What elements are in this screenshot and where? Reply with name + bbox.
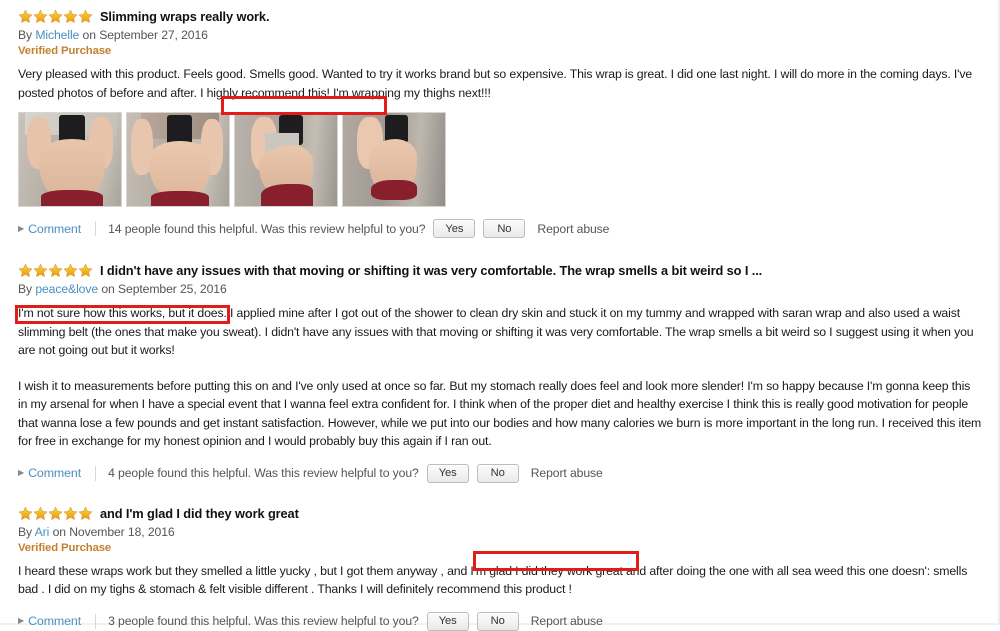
helpful-no-button[interactable]: No <box>476 611 519 631</box>
review-item: I didn't have any issues with that movin… <box>15 262 982 483</box>
star-icon <box>63 505 78 521</box>
helpful-count-text: 4 people found this helpful. Was this re… <box>108 466 419 480</box>
review-header: Slimming wraps really work. <box>18 8 982 25</box>
review-photo[interactable] <box>342 112 446 207</box>
by-prefix: By <box>18 28 33 42</box>
review-photo[interactable] <box>126 112 230 207</box>
review-title[interactable]: Slimming wraps really work. <box>100 9 270 24</box>
star-icon <box>33 9 48 24</box>
star-icon <box>48 263 63 278</box>
report-abuse-link[interactable]: Report abuse <box>531 466 603 480</box>
helpful-no-button[interactable]: No <box>483 219 526 238</box>
review-author-link[interactable]: Michelle <box>35 28 79 42</box>
review-title[interactable]: I didn't have any issues with that movin… <box>100 263 762 278</box>
star-icon <box>78 263 93 278</box>
review-item: and I'm glad I did they work great By Ar… <box>18 505 982 631</box>
review-date: September 25, 2016 <box>117 282 227 296</box>
by-prefix: By <box>18 524 33 539</box>
divider <box>95 221 97 236</box>
review-photo[interactable] <box>234 112 338 207</box>
comment-link[interactable]: Comment <box>28 614 81 628</box>
review-date: November 18, 2016 <box>69 524 175 539</box>
chevron-right-icon: ▶ <box>18 616 25 625</box>
chevron-right-icon: ▶ <box>18 468 25 477</box>
star-icon <box>63 9 78 24</box>
star-icon <box>33 263 48 278</box>
review-title[interactable]: and I'm glad I did they work great <box>100 506 299 521</box>
review-byline: By Ari on November 18, 2016 <box>18 525 982 539</box>
by-prefix: By <box>18 282 33 296</box>
comment-link[interactable]: Comment <box>28 466 81 480</box>
star-icon <box>48 505 63 521</box>
review-byline: By Michelle on September 27, 2016 <box>18 28 982 42</box>
star-icon <box>18 505 33 521</box>
verified-purchase-badge: Verified Purchase <box>18 45 112 57</box>
review-photo[interactable] <box>18 112 122 207</box>
comment-link[interactable]: Comment <box>28 222 81 236</box>
on-prefix: on <box>101 282 115 296</box>
on-prefix: on <box>52 524 66 539</box>
review-helpful-bar: ▶ Comment 3 people found this helpful. W… <box>18 611 982 631</box>
star-rating <box>18 505 93 521</box>
review-body: Very pleased with this product. Feels go… <box>18 67 973 100</box>
star-icon <box>18 263 33 278</box>
verified-purchase-badge: Verified Purchase <box>18 541 112 554</box>
helpful-no-button[interactable]: No <box>476 463 519 483</box>
review-body: I heard these wraps work but they smelle… <box>18 563 968 597</box>
review-author-link[interactable]: peace&love <box>35 282 98 296</box>
review-helpful-bar: ▶ Comment 14 people found this helpful. … <box>18 219 982 238</box>
helpful-yes-button[interactable]: Yes <box>426 611 469 631</box>
on-prefix: on <box>82 28 96 42</box>
divider <box>95 613 97 629</box>
helpful-count-text: 3 people found this helpful. Was this re… <box>108 614 419 628</box>
review-header: I didn't have any issues with that movin… <box>18 262 982 279</box>
review-item: Slimming wraps really work. By Michelle … <box>18 8 982 238</box>
helpful-yes-button[interactable]: Yes <box>426 463 469 483</box>
review-date: September 27, 2016 <box>99 28 208 42</box>
reviews-page: Slimming wraps really work. By Michelle … <box>0 0 1000 631</box>
star-icon <box>33 505 48 521</box>
review-byline: By peace&love on September 25, 2016 <box>18 282 982 296</box>
star-icon <box>18 9 33 24</box>
review-author-link[interactable]: Ari <box>35 525 50 539</box>
divider <box>95 465 97 481</box>
review-body: I wish it to measurements before putting… <box>18 378 982 449</box>
review-header: and I'm glad I did they work great <box>18 505 982 522</box>
chevron-right-icon: ▶ <box>18 223 25 233</box>
star-icon <box>78 9 93 24</box>
review-photo-strip <box>18 112 982 207</box>
star-rating <box>18 263 93 278</box>
report-abuse-link[interactable]: Report abuse <box>531 614 603 628</box>
helpful-yes-button[interactable]: Yes <box>433 219 476 238</box>
report-abuse-link[interactable]: Report abuse <box>537 222 609 236</box>
review-body: I'm not sure how this works, but it does… <box>18 306 974 357</box>
helpful-count-text: 14 people found this helpful. Was this r… <box>108 221 426 236</box>
review-helpful-bar: ▶ Comment 4 people found this helpful. W… <box>18 463 982 483</box>
star-icon <box>63 263 78 278</box>
star-icon <box>78 505 93 521</box>
star-rating <box>18 9 93 24</box>
star-icon <box>48 9 63 24</box>
